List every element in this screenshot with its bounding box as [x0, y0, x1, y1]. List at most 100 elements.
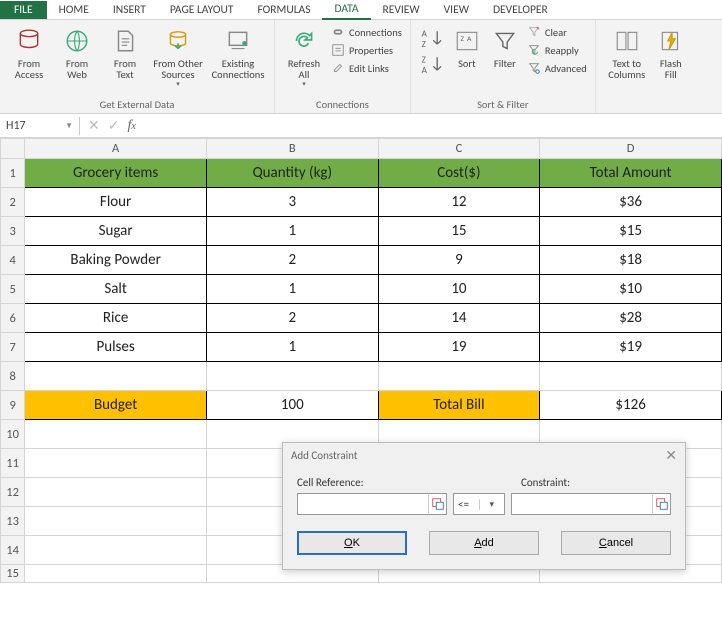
cell[interactable]: Sugar — [25, 217, 207, 246]
cell[interactable]: Grocery items — [25, 159, 207, 188]
refresh-all-button[interactable]: Refresh All▾ — [281, 24, 327, 90]
row-header-6[interactable]: 6 — [1, 304, 25, 333]
cell[interactable]: 9 — [378, 246, 540, 275]
existing-connections-button[interactable]: Existing Connections — [208, 24, 268, 82]
cell[interactable]: Total Amount — [540, 159, 722, 188]
tab-file[interactable]: FILE — [0, 1, 47, 19]
cell[interactable]: Total Bill — [378, 391, 540, 420]
row-header-12[interactable]: 12 — [1, 478, 25, 507]
cell[interactable] — [206, 362, 378, 391]
cell[interactable]: $36 — [540, 188, 722, 217]
cell[interactable]: Pulses — [25, 333, 207, 362]
from-access-button[interactable]: From Access — [6, 24, 52, 82]
edit-links-button[interactable]: Edit Links — [329, 60, 404, 76]
constraint-input[interactable] — [512, 496, 652, 512]
col-header-b[interactable]: B — [206, 139, 378, 159]
cell[interactable] — [25, 536, 207, 565]
cell[interactable]: $126 — [540, 391, 722, 420]
cell[interactable] — [25, 507, 207, 536]
cell[interactable]: 12 — [378, 188, 540, 217]
connections-button[interactable]: Connections — [329, 24, 404, 40]
row-header-5[interactable]: 5 — [1, 275, 25, 304]
tab-home[interactable]: HOME — [47, 1, 101, 19]
clear-button[interactable]: Clear — [525, 24, 589, 40]
col-header-c[interactable]: C — [378, 139, 540, 159]
row-header-7[interactable]: 7 — [1, 333, 25, 362]
cell[interactable]: 1 — [206, 217, 378, 246]
cancel-icon[interactable]: ✕ — [88, 117, 100, 134]
properties-button[interactable]: Properties — [329, 42, 404, 58]
cell[interactable]: 2 — [206, 304, 378, 333]
flash-fill-button[interactable]: Flash Fill — [654, 24, 688, 82]
cell[interactable] — [25, 565, 207, 583]
cell[interactable]: $15 — [540, 217, 722, 246]
cell[interactable] — [378, 362, 540, 391]
row-header-14[interactable]: 14 — [1, 536, 25, 565]
cell[interactable]: 3 — [206, 188, 378, 217]
cell[interactable]: Salt — [25, 275, 207, 304]
row-header-2[interactable]: 2 — [1, 188, 25, 217]
cell[interactable] — [540, 362, 722, 391]
cell[interactable]: 1 — [206, 275, 378, 304]
row-header-13[interactable]: 13 — [1, 507, 25, 536]
cell[interactable]: 14 — [378, 304, 540, 333]
name-box[interactable]: H17▼ — [0, 117, 80, 135]
cell[interactable]: 100 — [206, 391, 378, 420]
formula-input[interactable] — [144, 124, 722, 128]
text-to-columns-button[interactable]: Text to Columns — [602, 24, 652, 82]
cell[interactable]: Flour — [25, 188, 207, 217]
from-web-button[interactable]: From Web — [54, 24, 100, 82]
close-icon[interactable]: ✕ — [665, 447, 677, 464]
cell[interactable]: Rice — [25, 304, 207, 333]
cell[interactable]: Cost($) — [378, 159, 540, 188]
cell[interactable]: $19 — [540, 333, 722, 362]
row-header-1[interactable]: 1 — [1, 159, 25, 188]
row-header-15[interactable]: 15 — [1, 565, 25, 583]
cell[interactable]: $10 — [540, 275, 722, 304]
filter-button[interactable]: Filter — [487, 24, 523, 71]
cell[interactable]: 10 — [378, 275, 540, 304]
range-picker-icon[interactable] — [428, 495, 446, 513]
cell[interactable]: $18 — [540, 246, 722, 275]
cell[interactable] — [25, 420, 207, 449]
row-header-9[interactable]: 9 — [1, 391, 25, 420]
cell[interactable]: 15 — [378, 217, 540, 246]
cell[interactable]: 2 — [206, 246, 378, 275]
cell-reference-input[interactable] — [298, 496, 428, 512]
sort-button[interactable]: ZASort — [449, 24, 485, 71]
col-header-d[interactable]: D — [540, 139, 722, 159]
row-header-3[interactable]: 3 — [1, 217, 25, 246]
from-text-button[interactable]: From Text — [102, 24, 148, 82]
tab-view[interactable]: VIEW — [432, 1, 481, 19]
row-header-10[interactable]: 10 — [1, 420, 25, 449]
tab-developer[interactable]: DEVELOPER — [481, 1, 560, 19]
operator-select[interactable]: <=▾ — [453, 493, 505, 515]
row-header-4[interactable]: 4 — [1, 246, 25, 275]
cell[interactable]: 19 — [378, 333, 540, 362]
cell[interactable]: Budget — [25, 391, 207, 420]
row-header-8[interactable]: 8 — [1, 362, 25, 391]
col-header-a[interactable]: A — [25, 139, 207, 159]
enter-icon[interactable]: ✓ — [108, 117, 120, 134]
cell[interactable]: $28 — [540, 304, 722, 333]
cancel-button[interactable]: Cancel — [561, 531, 671, 555]
reapply-button[interactable]: Reapply — [525, 42, 589, 58]
tab-page-layout[interactable]: PAGE LAYOUT — [158, 1, 246, 19]
tab-insert[interactable]: INSERT — [101, 1, 158, 19]
select-all-corner[interactable] — [1, 139, 25, 159]
sort-az-button[interactable]: AZZA — [417, 24, 447, 80]
cell[interactable] — [25, 478, 207, 507]
cell[interactable] — [25, 362, 207, 391]
fx-icon[interactable]: fx — [127, 118, 135, 134]
tab-formulas[interactable]: FORMULAS — [245, 1, 322, 19]
cell[interactable] — [25, 449, 207, 478]
cell[interactable]: Baking Powder — [25, 246, 207, 275]
cell[interactable]: 1 — [206, 333, 378, 362]
add-button[interactable]: Add — [429, 531, 539, 555]
tab-data[interactable]: DATA — [322, 0, 370, 20]
row-header-11[interactable]: 11 — [1, 449, 25, 478]
cell[interactable]: Quantity (kg) — [206, 159, 378, 188]
range-picker-icon[interactable] — [652, 495, 670, 513]
advanced-button[interactable]: Advanced — [525, 60, 589, 76]
from-other-sources-button[interactable]: From Other Sources▾ — [150, 24, 206, 90]
